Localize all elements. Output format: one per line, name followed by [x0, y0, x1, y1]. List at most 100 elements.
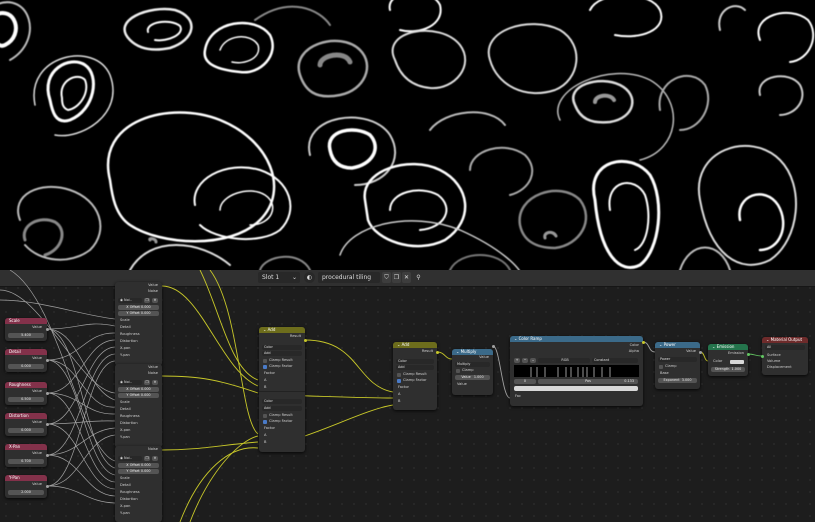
operation-dropdown[interactable]: Multiply — [455, 362, 490, 367]
stop-index-field[interactable]: 0 — [514, 379, 536, 384]
noise-group-node-1[interactable]: Value Noise ◉ Noi.. ❐ ✕ X Offset 0.000 Y… — [115, 282, 162, 366]
x-offset-field[interactable]: X Offset 0.000 — [118, 387, 159, 392]
shader-node-editor[interactable]: Slot 1 ⌄ ◐ procedural tiling ⛉ ❐ ✕ ⚲ Sca… — [0, 270, 815, 522]
stop-position-field[interactable]: Pos 0.133 — [538, 379, 638, 384]
y-offset-field[interactable]: Y Offset 0.000 — [118, 469, 159, 474]
duplicate-group-icon[interactable]: ❐ — [144, 380, 150, 385]
output-socket[interactable] — [436, 351, 439, 354]
input-label: Y-pan — [120, 435, 130, 439]
value-field[interactable]: 0.000 — [8, 364, 44, 369]
output-socket[interactable] — [304, 339, 307, 342]
ramp-menu-chevron-icon[interactable]: ⌄ — [530, 358, 536, 363]
power-math-node[interactable]: ⌄ Power Value Power Clamp Base Exponent … — [655, 342, 700, 389]
output-label: Value — [32, 389, 42, 393]
emission-color-swatch[interactable] — [730, 360, 744, 364]
output-socket[interactable] — [747, 353, 750, 356]
interpolation-dropdown[interactable]: Constant — [592, 358, 638, 363]
group-selector[interactable]: ◉ Noi.. — [118, 380, 142, 385]
x-offset-field[interactable]: X Offset 0.000 — [118, 463, 159, 468]
output-socket[interactable] — [642, 341, 645, 344]
color-mode-dropdown[interactable]: RGB — [538, 358, 590, 363]
data-type-dropdown[interactable]: Color — [262, 345, 302, 350]
duplicate-group-icon[interactable]: ❐ — [144, 456, 150, 461]
blend-mode-dropdown[interactable]: Add — [262, 351, 302, 356]
output-socket[interactable] — [46, 328, 49, 331]
noise-group-node-2[interactable]: Value Noise ◉ Noi.. ❐ ✕ X Offset 0.000 Y… — [115, 364, 162, 448]
strength-field[interactable]: Strength 1.000 — [711, 367, 745, 372]
clamp-result-checkbox[interactable] — [263, 359, 267, 363]
operation-dropdown[interactable]: Power — [658, 357, 697, 362]
emission-shader-node[interactable]: ⌄ Emission Emission Color Strength 1.000 — [708, 344, 748, 376]
input-label: Volume — [767, 359, 781, 363]
output-label: Alpha — [628, 349, 639, 353]
output-socket[interactable] — [46, 359, 49, 362]
unlink-group-icon[interactable]: ✕ — [152, 456, 158, 461]
output-socket[interactable] — [699, 351, 702, 354]
blend-mode-dropdown[interactable]: Add — [262, 406, 302, 411]
add-stop-icon[interactable]: + — [514, 358, 520, 363]
input-node-scale[interactable]: Scale Value 5.400 — [5, 318, 47, 341]
stop-color-swatch[interactable] — [514, 386, 638, 391]
material-output-node[interactable]: ⌄ Material Output All Surface Volume Dis… — [762, 337, 808, 375]
input-label: Y-pan — [120, 511, 130, 515]
viewport-render-preview[interactable] — [0, 0, 815, 270]
input-node-detail[interactable]: Detail Value 0.000 — [5, 349, 47, 372]
unlink-group-icon[interactable]: ✕ — [152, 298, 158, 303]
input-socket[interactable] — [761, 355, 764, 358]
output-socket[interactable] — [46, 485, 49, 488]
color-ramp-node[interactable]: ⌄ Color Ramp Color Alpha + − ⌄ RGB Const… — [510, 336, 643, 406]
unlink-group-icon[interactable]: ✕ — [152, 380, 158, 385]
input-label: X-pan — [120, 428, 131, 432]
add-mix-node-1[interactable]: ⌄ Add Result Color Add Clamp Result Clam… — [259, 327, 305, 452]
input-node-distortion[interactable]: Distortion Value 0.000 — [5, 413, 47, 436]
x-offset-field[interactable]: X Offset 0.000 — [118, 305, 159, 310]
output-socket[interactable] — [46, 423, 49, 426]
input-node-x-pan[interactable]: X-Pan Value 0.700 — [5, 444, 47, 467]
node-title: Distortion — [5, 413, 47, 419]
clamp-checkbox[interactable] — [456, 369, 460, 373]
clamp-checkbox[interactable] — [659, 365, 663, 369]
output-label: Value — [32, 356, 42, 360]
clamp-result-checkbox[interactable] — [263, 414, 267, 418]
input-label: Surface — [767, 353, 781, 357]
value-field[interactable]: 5.400 — [8, 333, 44, 338]
output-label: Value — [479, 355, 489, 359]
clamp-factor-checkbox[interactable] — [397, 379, 401, 383]
output-socket[interactable] — [492, 345, 495, 348]
y-offset-field[interactable]: Y Offset 0.000 — [118, 393, 159, 398]
value-field[interactable]: Value 1.000 — [455, 375, 490, 380]
duplicate-group-icon[interactable]: ❐ — [144, 298, 150, 303]
render-target-dropdown[interactable]: All — [765, 345, 805, 350]
output-label: Noise — [148, 447, 158, 451]
remove-stop-icon[interactable]: − — [522, 358, 528, 363]
clamp-result-checkbox[interactable] — [397, 373, 401, 377]
exponent-field[interactable]: Exponent 3.000 — [658, 378, 697, 383]
input-label: Value — [457, 382, 467, 386]
data-type-dropdown[interactable]: Color — [262, 399, 302, 404]
output-label: Value — [148, 365, 158, 369]
color-ramp-gradient[interactable] — [514, 365, 639, 377]
output-label: Result — [289, 334, 301, 338]
input-node-y-pan[interactable]: Y-Pan Value 2.000 — [5, 475, 47, 498]
input-label: Factor — [398, 385, 410, 389]
input-node-roughness[interactable]: Roughness Value 0.500 — [5, 382, 47, 405]
add-mix-node-2[interactable]: ⌄ Add Result Color Add Clamp Result Clam… — [393, 342, 437, 410]
output-socket[interactable] — [46, 392, 49, 395]
value-field[interactable]: 0.000 — [8, 428, 44, 433]
value-field[interactable]: 0.500 — [8, 397, 44, 402]
multiply-math-node[interactable]: ⌄ Multiply Value Multiply Clamp Value 1.… — [452, 349, 493, 395]
value-field[interactable]: 0.700 — [8, 459, 44, 464]
input-label: Factor — [264, 426, 276, 430]
y-offset-field[interactable]: Y Offset 0.000 — [118, 311, 159, 316]
node-title: ⌄ Power — [655, 342, 700, 348]
clamp-factor-checkbox[interactable] — [263, 420, 267, 424]
input-label: Distortion — [120, 497, 138, 501]
data-type-dropdown[interactable]: Color — [396, 359, 434, 364]
group-selector[interactable]: ◉ Noi.. — [118, 456, 142, 461]
value-field[interactable]: 2.000 — [8, 490, 44, 495]
group-selector[interactable]: ◉ Noi.. — [118, 298, 142, 303]
noise-group-node-3[interactable]: Noise ◉ Noi.. ❐ ✕ X Offset 0.000 Y Offse… — [115, 446, 162, 522]
output-socket[interactable] — [46, 454, 49, 457]
clamp-factor-checkbox[interactable] — [263, 365, 267, 369]
blend-mode-dropdown[interactable]: Add — [396, 365, 434, 370]
